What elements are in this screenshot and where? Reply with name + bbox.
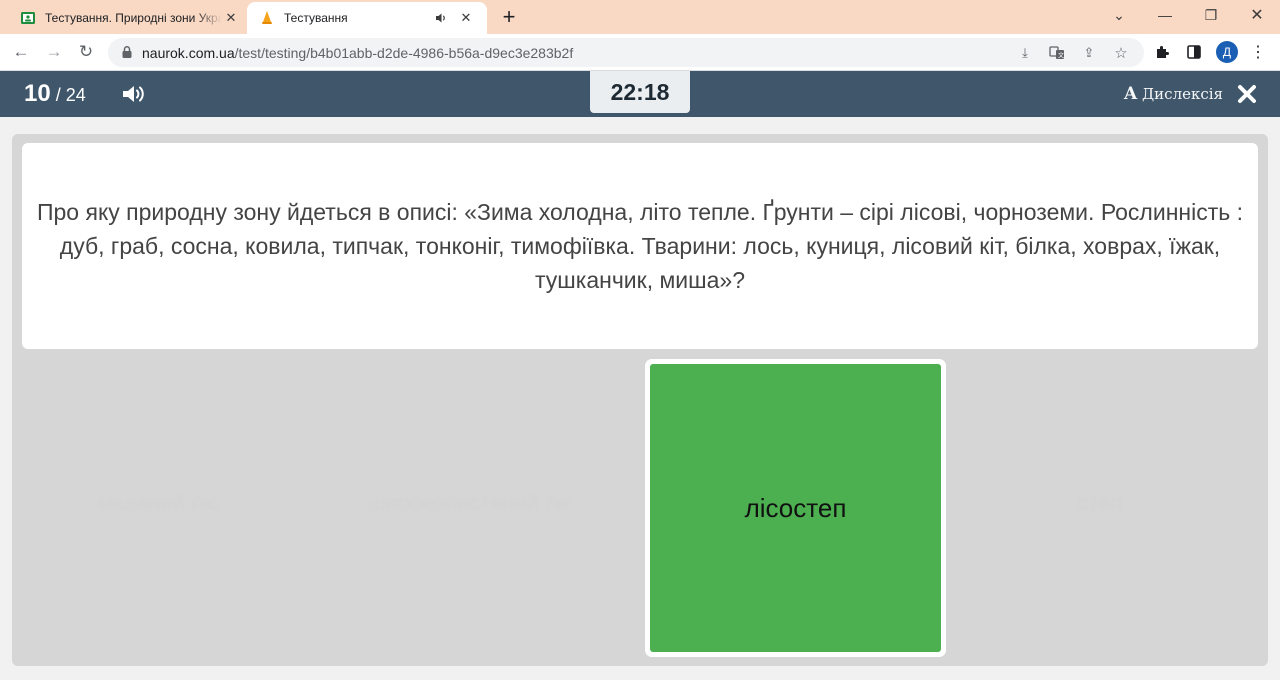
share-icon[interactable]: ⇪: [1078, 42, 1100, 64]
install-app-icon[interactable]: ⤓: [1014, 42, 1036, 64]
tab-search-icon[interactable]: ⌄: [1096, 0, 1142, 30]
tab-title: Тестування: [284, 11, 433, 25]
browser-menu-icon[interactable]: ⋮: [1247, 41, 1269, 63]
side-panel-icon[interactable]: [1183, 41, 1205, 63]
current-question-number: 10: [24, 80, 51, 107]
sound-icon[interactable]: [120, 82, 148, 106]
bookmark-star-icon[interactable]: ☆: [1110, 42, 1132, 64]
dyslexia-label: Дислексія: [1142, 85, 1223, 103]
test-header: 10 / 24 22:18 A Дислексія: [0, 71, 1280, 117]
url-text: naurok.com.ua/test/testing/b4b01abb-d2de…: [142, 45, 573, 61]
back-arrow-icon[interactable]: ←: [9, 40, 33, 64]
browser-toolbar: ← → ↻ naurok.com.ua/test/testing/b4b01ab…: [0, 34, 1280, 71]
google-classroom-icon: [20, 10, 36, 26]
answer-option-faded: мішаний ліс: [98, 490, 219, 516]
url-path: /test/testing/b4b01abb-d2de-4986-b56a-d9…: [235, 45, 574, 61]
tab-testing[interactable]: Тестування ✕: [247, 2, 487, 34]
dyslexia-toggle[interactable]: A Дислексія: [1124, 84, 1223, 104]
question-counter: 10 / 24: [24, 80, 86, 108]
dyslexia-icon: A: [1124, 84, 1137, 104]
reload-icon[interactable]: ↻: [74, 40, 98, 64]
selected-answer-label: лісостеп: [745, 493, 847, 524]
speaker-icon[interactable]: [433, 10, 449, 26]
close-tab-icon[interactable]: ✕: [222, 9, 240, 27]
restore-icon[interactable]: ❐: [1188, 0, 1234, 30]
tab-classroom[interactable]: Тестування. Природні зони України ✕: [12, 2, 248, 34]
tab-title: Тестування. Природні зони України: [45, 11, 222, 25]
new-tab-button[interactable]: +: [498, 7, 520, 29]
url-host: naurok.com.ua: [142, 45, 235, 61]
countdown-timer: 22:18: [590, 71, 690, 113]
forward-arrow-icon[interactable]: →: [42, 40, 66, 64]
window-close-icon[interactable]: ✕: [1234, 0, 1280, 30]
minimize-icon[interactable]: —: [1142, 0, 1188, 30]
naurok-icon: [259, 10, 275, 26]
answer-option-faded: степ: [1078, 490, 1123, 516]
extensions-puzzle-icon[interactable]: [1151, 41, 1173, 63]
selected-answer-fill: лісостеп: [650, 364, 941, 652]
answer-option-faded: широколистяний ліс: [368, 490, 574, 516]
total-questions: 24: [66, 85, 86, 105]
counter-separator: /: [51, 85, 66, 105]
question-text: Про яку природну зону йдеться в описі: «…: [34, 195, 1246, 297]
translate-icon[interactable]: 文: [1046, 42, 1068, 64]
browser-tabstrip: Тестування. Природні зони України ✕ Тест…: [0, 0, 1280, 34]
svg-text:文: 文: [1058, 52, 1064, 60]
close-test-icon[interactable]: [1236, 83, 1258, 105]
lock-icon: [120, 45, 134, 59]
question-card: Про яку природну зону йдеться в описі: «…: [22, 143, 1258, 349]
address-bar[interactable]: naurok.com.ua/test/testing/b4b01abb-d2de…: [108, 38, 1144, 67]
selected-answer-tile[interactable]: лісостеп: [645, 359, 946, 657]
close-tab-icon[interactable]: ✕: [457, 9, 475, 27]
profile-avatar[interactable]: Д: [1216, 41, 1238, 63]
